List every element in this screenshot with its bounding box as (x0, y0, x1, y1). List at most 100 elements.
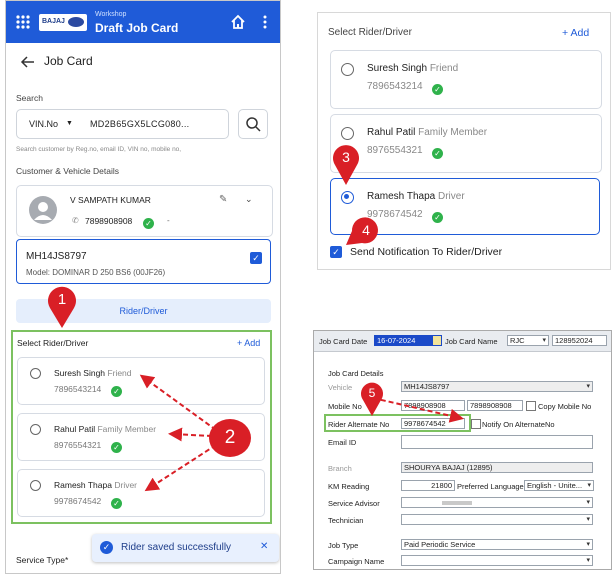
chevron-down-icon: ▼ (66, 120, 73, 127)
copy-mobile-label: Copy Mobile No (538, 402, 592, 411)
rider-relation: Family Member (97, 424, 157, 434)
rider-item[interactable]: Rahul Patil Family Member 8976554321 ✓ (330, 114, 602, 173)
km-field[interactable]: 21800 (401, 480, 455, 491)
rider-relation: Driver (114, 480, 138, 490)
notify-checkbox[interactable]: ✓ (330, 246, 342, 258)
step-marker-label: 4 (362, 222, 370, 238)
technician-select[interactable] (401, 514, 593, 525)
job-type-select[interactable]: Paid Periodic Service (401, 539, 593, 550)
job-card-number-field[interactable]: 128952024 (552, 335, 607, 346)
mobile-field-2[interactable]: 7898908908 (467, 400, 523, 411)
job-card-date-value: 16-07-2024 (377, 336, 416, 345)
expand-chevron-icon[interactable]: ⌄ (245, 194, 253, 205)
mobile-value-2: 7898908908 (470, 401, 512, 410)
bajaj-logo: BAJAJ (39, 14, 87, 31)
rider-radio[interactable] (30, 424, 41, 435)
rider-name: Ramesh Thapa (367, 191, 436, 202)
rider-alt-label: Rider Alternate No (328, 420, 390, 429)
search-label: Search (16, 93, 43, 103)
vehicle-checkbox[interactable]: ✓ (250, 252, 262, 264)
toast: ✓ Rider saved successfully ✕ (92, 534, 279, 562)
email-field[interactable] (401, 435, 593, 449)
rider-item[interactable]: Ramesh Thapa Driver 9978674542 ✓ (17, 469, 265, 517)
rider-alt-field[interactable]: 9978674542 (401, 418, 465, 429)
customer-extra: - (167, 216, 170, 225)
vehicle-value: MH14JS8797 (404, 382, 450, 391)
job-card-name-select[interactable]: RJC (507, 335, 549, 346)
more-vertical-icon[interactable] (262, 14, 268, 30)
notify-alt-checkbox[interactable] (471, 419, 481, 429)
search-type-select[interactable]: VIN.No (29, 119, 58, 129)
rider-item[interactable]: Suresh Singh Friend 7896543214 ✓ (330, 50, 602, 109)
verified-icon: ✓ (111, 383, 122, 401)
verified-icon: ✓ (432, 81, 443, 99)
step-marker-2: 2 (208, 418, 252, 458)
step-marker-label: 3 (342, 149, 350, 165)
edit-icon[interactable]: ✎ (219, 194, 227, 205)
rider-name: Rahul Patil (54, 424, 96, 434)
rider-radio-selected[interactable] (341, 191, 354, 204)
toast-close-button[interactable]: ✕ (260, 541, 268, 552)
rider-radio[interactable] (30, 368, 41, 379)
rider-phone: 8976554321 (367, 145, 423, 156)
app-subtitle: Workshop (95, 11, 127, 18)
email-label: Email ID (328, 438, 357, 447)
mobile-label: Mobile No (328, 402, 362, 411)
campaign-select[interactable] (401, 555, 593, 566)
step-marker-5: 5 (359, 382, 385, 418)
search-input[interactable]: VIN.No ▼ MD2B65GX5LCG080... (16, 109, 229, 139)
app-title: Draft Job Card (95, 21, 179, 35)
rider-relation: Friend (429, 63, 459, 74)
step-marker-3: 3 (330, 143, 362, 187)
rider-radio[interactable] (30, 480, 41, 491)
verified-icon: ✓ (111, 439, 122, 457)
service-type-label: Service Type* (16, 555, 69, 565)
advisor-select[interactable] (401, 497, 593, 508)
step-marker-label: 1 (57, 291, 67, 308)
job-card-date-field[interactable]: 16-07-2024 (374, 335, 442, 346)
vehicle-reg: MH14JS8797 (26, 251, 87, 262)
verified-icon: ✓ (432, 209, 443, 227)
job-type-value: Paid Periodic Service (404, 540, 476, 549)
calendar-icon[interactable] (433, 336, 441, 345)
avatar (29, 196, 57, 224)
rider-radio[interactable] (341, 63, 354, 76)
vehicle-model: Model: DOMINAR D 250 BS6 (00JF26) (26, 268, 166, 277)
search-value: MD2B65GX5LCG080... (90, 119, 190, 129)
rider-name: Rahul Patil (367, 127, 416, 138)
section-customer-title: Customer & Vehicle Details (16, 166, 119, 176)
home-icon[interactable] (230, 14, 246, 30)
search-button[interactable] (238, 109, 268, 139)
rider-alt-value: 9978674542 (404, 419, 446, 428)
pref-lang-select[interactable]: English - Unite... (524, 480, 594, 491)
km-value: 21800 (431, 481, 452, 490)
select-rider-label: Select Rider/Driver (328, 27, 412, 38)
back-arrow-icon[interactable] (20, 55, 36, 69)
rider-item[interactable]: Suresh Singh Friend 7896543214 ✓ (17, 357, 265, 405)
job-type-label: Job Type (328, 541, 359, 550)
search-hint: Search customer by Reg.no, email ID, VIN… (16, 146, 182, 153)
add-rider-button[interactable]: + Add (562, 27, 589, 39)
step-marker-label: 5 (368, 386, 376, 400)
rider-name: Suresh Singh (54, 368, 106, 378)
km-label: KM Reading (328, 482, 370, 491)
page-title: Job Card (44, 54, 93, 68)
vehicle-card[interactable]: MH14JS8797 Model: DOMINAR D 250 BS6 (00J… (16, 239, 271, 284)
branch-value: SHOURYA BAJAJ (12895) (404, 463, 493, 472)
step-marker-4: 4 (342, 215, 384, 249)
mobile-value-1: 7898908908 (404, 401, 446, 410)
rider-relation: Driver (437, 191, 465, 202)
add-rider-button[interactable]: + Add (237, 338, 260, 348)
rider-phone: 9978674542 (54, 496, 102, 506)
logo-text: BAJAJ (42, 18, 65, 25)
rider-phone: 8976554321 (54, 440, 102, 450)
vehicle-select[interactable]: MH14JS8797 (401, 381, 593, 392)
notify-alt-label: Notify On AlternateNo (482, 420, 555, 429)
verified-icon: ✓ (143, 215, 154, 233)
copy-mobile-checkbox[interactable] (526, 401, 536, 411)
mobile-field-1[interactable]: 7898908908 (401, 400, 465, 411)
rider-phone: 7896543214 (367, 81, 423, 92)
rider-radio[interactable] (341, 127, 354, 140)
apps-grid-icon[interactable] (15, 14, 31, 30)
step-marker-label: 2 (224, 427, 236, 448)
